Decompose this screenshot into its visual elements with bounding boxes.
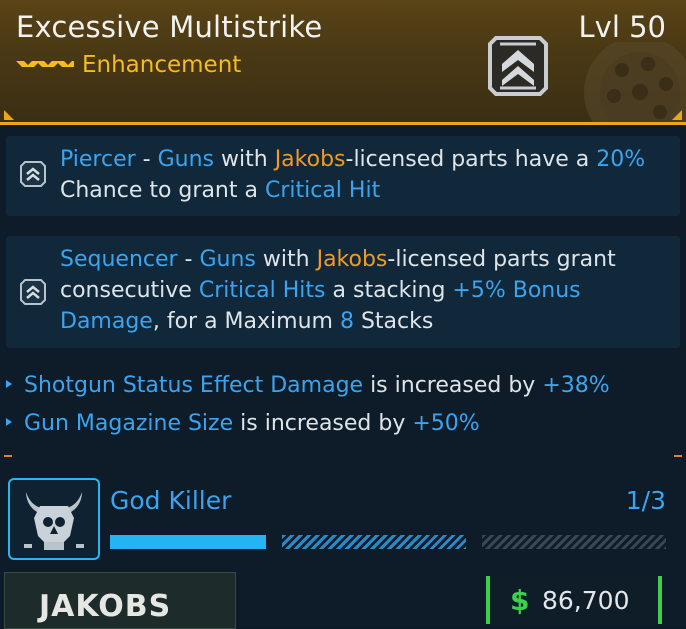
item-footer: JAKOBS $ 86,700 [0,568,686,629]
perk-text-segment: Guns [199,247,256,272]
perk-text-segment: with [214,147,275,172]
stat-name: Shotgun Status Effect Damage [24,373,364,398]
divider-mark [674,455,682,457]
stat-line: Shotgun Status Effect Damage is increase… [6,370,610,402]
bullet-icon [6,380,12,388]
perk-text-segment: - [135,147,158,172]
perk-text-segment: Piercer [60,147,136,172]
item-level: Lvl 50 [578,10,667,44]
perk-text-segment: 8 [339,309,354,334]
manufacturer-name: JAKOBS [39,589,172,624]
set-name: God Killer [110,486,232,515]
perk-text-segment: Critical Hit [264,178,381,203]
set-progress-segment-filled [110,535,266,549]
price-tag: $ 86,700 [486,576,662,624]
corner-tick-icon [4,110,14,120]
gear-decoration-icon [584,42,686,122]
stat-line: Gun Magazine Size is increased by +50% [6,408,480,440]
item-type-row: Enhancement [16,50,241,80]
perk-text-segment: Jakobs [274,147,346,172]
perk-text-segment: - [177,247,200,272]
perk-text-segment: Critical Hits [198,278,326,303]
set-progress-segment [482,535,666,549]
item-header: Excessive Multistrike Enhancement Lvl 50 [0,0,686,125]
corner-tick-icon [672,110,682,120]
item-title: Excessive Multistrike [16,10,323,44]
perk-text-segment: Stacks [353,309,434,334]
stat-value: +50% [412,411,480,436]
price-value: 86,700 [542,586,630,615]
perk-text-segment: with [255,247,317,272]
chevron-up-icon [20,161,46,187]
stat-value: +38% [542,373,610,398]
rarity-chevrons-icon [16,61,74,67]
chevron-up-icon [20,279,46,305]
set-progress-segment [282,535,466,549]
perk-piercer: Piercer - Guns with Jakobs-licensed part… [6,136,680,216]
stat-connector: is increased by [233,411,413,436]
stat-connector: is increased by [363,373,543,398]
set-count: 1/3 [625,486,666,515]
perk-text-segment: Jakobs [316,247,388,272]
perk-text-segment: a stacking [325,278,453,303]
item-card: Excessive Multistrike Enhancement Lvl 50 [0,0,686,629]
perk-sequencer: Sequencer - Guns with Jakobs-licensed pa… [6,236,680,348]
stat-name: Gun Magazine Size [24,411,234,436]
perk-text-segment: Guns [157,147,215,172]
divider-mark [4,455,12,457]
set-icon-frame[interactable] [8,478,100,560]
perk-text-segment: +5% [452,278,506,303]
chevron-badge-icon [488,36,548,96]
perk-text-segment: 20% [596,147,646,172]
perk-description: Sequencer - Guns with Jakobs-licensed pa… [60,244,670,337]
bullet-icon [6,418,12,426]
perk-text-segment: Sequencer [60,247,178,272]
perk-text-segment: -licensed parts have a [345,147,597,172]
item-type: Enhancement [82,52,242,78]
currency-icon: $ [510,584,530,617]
perk-description: Piercer - Guns with Jakobs-licensed part… [60,144,670,206]
perk-text-segment: Chance to grant a [60,178,265,203]
horned-skull-icon [24,492,84,550]
section-divider [0,455,686,457]
perk-text-segment: , for a Maximum [152,309,340,334]
manufacturer-logo: JAKOBS [4,572,236,629]
